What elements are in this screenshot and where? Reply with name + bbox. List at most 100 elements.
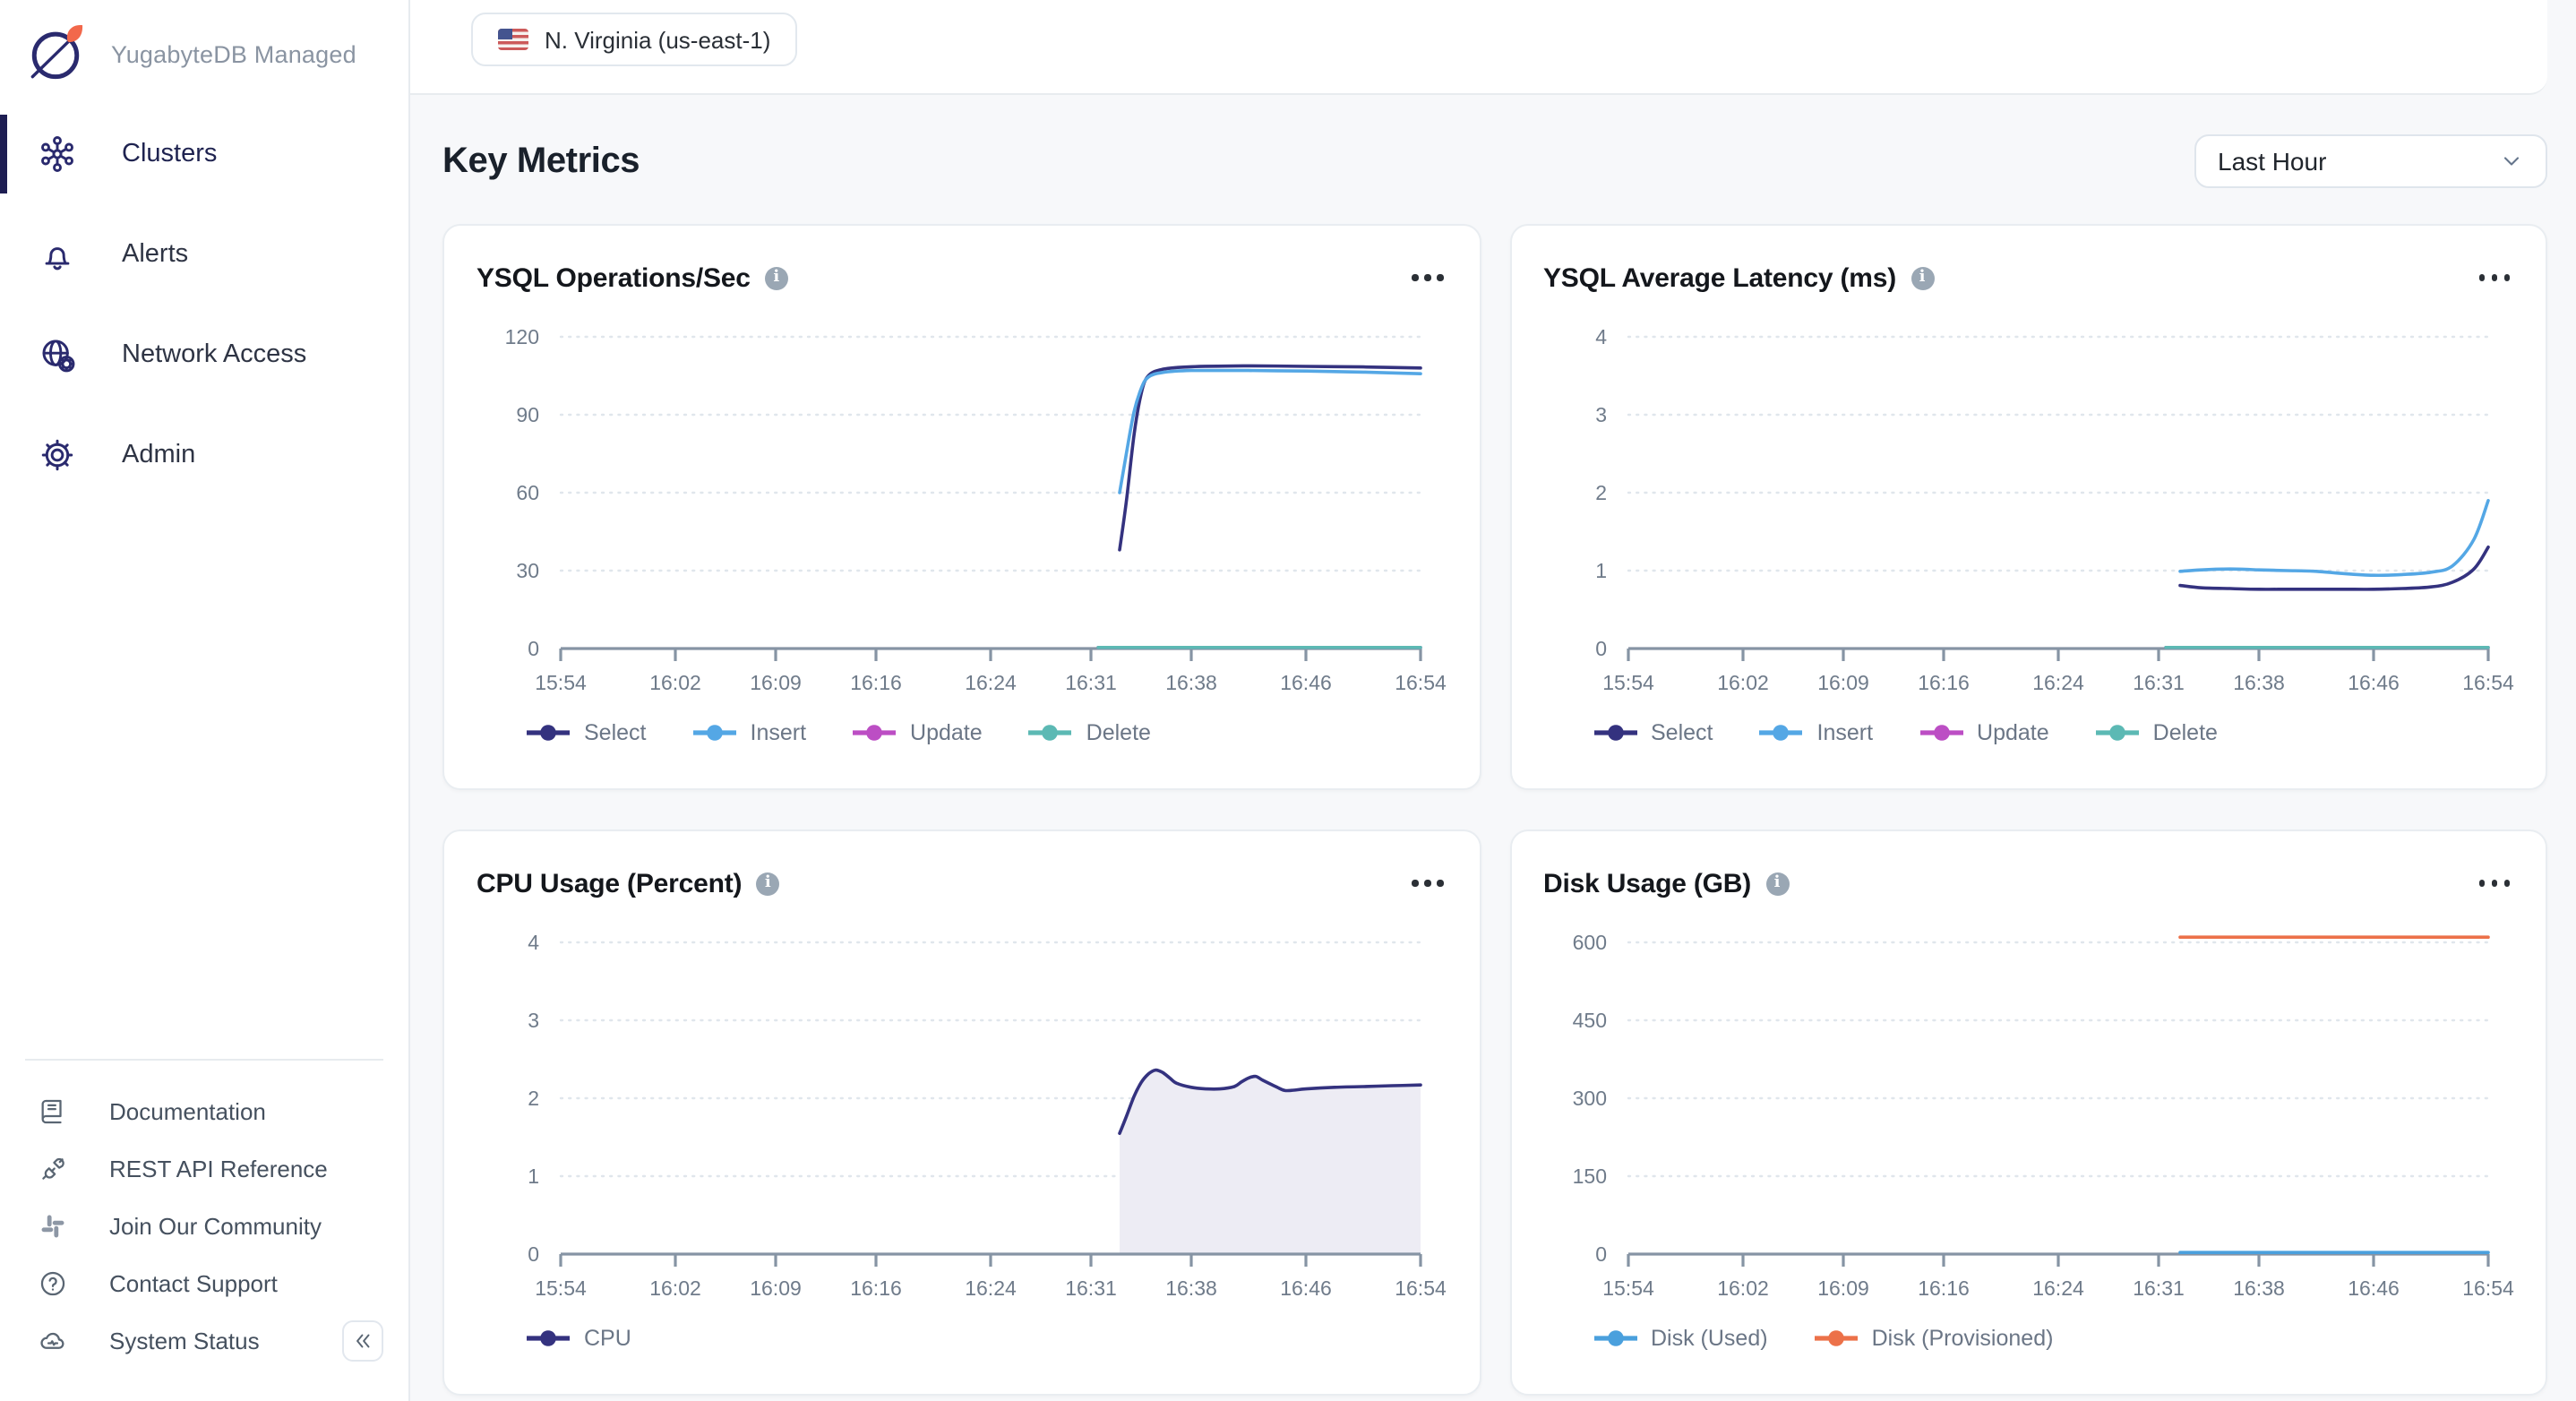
chart-legend-ysql-ops: Select Insert Update Delete (477, 720, 1447, 745)
svg-text:60: 60 (516, 481, 539, 504)
legend-item-cpu[interactable]: CPU (527, 1326, 631, 1351)
legend-swatch (1029, 724, 1072, 742)
clusters-icon (38, 134, 77, 174)
svg-text:16:24: 16:24 (2031, 1276, 2083, 1300)
svg-text:3: 3 (1594, 403, 1606, 426)
legend-item-disk-used[interactable]: Disk (Used) (1593, 1326, 1768, 1351)
svg-text:16:24: 16:24 (2031, 671, 2083, 694)
info-icon[interactable]: i (765, 266, 788, 289)
chart-options-ellipsis-button[interactable] (2475, 870, 2513, 898)
sidebar-collapse-button[interactable] (342, 1320, 383, 1362)
svg-text:120: 120 (505, 325, 539, 348)
footer-link-contact-support[interactable]: Contact Support (0, 1254, 408, 1311)
svg-text:16:02: 16:02 (649, 671, 701, 694)
region-selector[interactable]: N. Virginia (us-east-1) (471, 13, 797, 66)
svg-text:16:38: 16:38 (1165, 1276, 1217, 1300)
svg-text:15:54: 15:54 (535, 1276, 587, 1300)
svg-text:16:02: 16:02 (649, 1276, 701, 1300)
svg-text:16:24: 16:24 (965, 1276, 1017, 1300)
svg-text:16:09: 16:09 (750, 1276, 802, 1300)
legend-label: Insert (1817, 720, 1874, 745)
legend-item-insert[interactable]: Insert (693, 720, 807, 745)
sidebar-item-label: Clusters (122, 140, 217, 168)
svg-text:16:16: 16:16 (850, 1276, 902, 1300)
svg-text:16:46: 16:46 (1280, 1276, 1332, 1300)
svg-text:16:09: 16:09 (1816, 1276, 1868, 1300)
legend-item-select[interactable]: Select (527, 720, 647, 745)
svg-text:600: 600 (1572, 931, 1606, 954)
svg-text:450: 450 (1572, 1009, 1606, 1032)
rest-api-plug-icon (38, 1153, 68, 1183)
chart-title-ysql-ops: YSQL Operations/Sec (477, 262, 751, 293)
svg-text:16:16: 16:16 (1917, 671, 1969, 694)
footer-link-join-our-community[interactable]: Join Our Community (0, 1197, 408, 1254)
svg-text:1: 1 (528, 1165, 539, 1188)
chart-options-ellipsis-button[interactable] (2475, 264, 2513, 292)
svg-text:0: 0 (528, 1242, 539, 1266)
svg-text:1: 1 (1594, 559, 1606, 582)
svg-text:4: 4 (1594, 325, 1606, 348)
chart-card-cpu-usage: CPU Usage (Percent)i0123415:5416:0216:09… (442, 829, 1481, 1396)
svg-text:2: 2 (1594, 481, 1606, 504)
svg-text:16:46: 16:46 (1280, 671, 1332, 694)
sidebar-divider (25, 1059, 383, 1061)
svg-text:16:31: 16:31 (2132, 671, 2184, 694)
slack-community-icon (38, 1210, 68, 1241)
chart-card-ysql-latency: YSQL Average Latency (ms)i0123415:5416:0… (1509, 224, 2547, 790)
svg-text:16:31: 16:31 (1065, 671, 1117, 694)
footer-link-documentation[interactable]: Documentation (0, 1082, 408, 1139)
region-label: N. Virginia (us-east-1) (545, 26, 770, 53)
svg-text:16:46: 16:46 (2347, 1276, 2399, 1300)
svg-text:0: 0 (1594, 1242, 1606, 1266)
footer-link-rest-api-reference[interactable]: REST API Reference (0, 1139, 408, 1197)
svg-text:2: 2 (528, 1087, 539, 1110)
contact-support-help-icon (38, 1268, 68, 1298)
legend-item-update[interactable]: Update (1919, 720, 2049, 745)
legend-label: Update (910, 720, 983, 745)
svg-text:30: 30 (516, 559, 539, 582)
legend-item-insert[interactable]: Insert (1760, 720, 1874, 745)
svg-text:16:16: 16:16 (850, 671, 902, 694)
svg-text:16:09: 16:09 (750, 671, 802, 694)
info-icon[interactable]: i (1911, 266, 1934, 289)
svg-text:3: 3 (528, 1009, 539, 1032)
alerts-bell-icon (38, 235, 77, 274)
charts-grid: YSQL Operations/Seci030609012015:5416:02… (442, 224, 2547, 1396)
chart-plot-ysql-latency[interactable]: 0123415:5416:0216:0916:1616:2416:3116:38… (1543, 312, 2516, 702)
chart-plot-ysql-ops[interactable]: 030609012015:5416:0216:0916:1616:2416:31… (477, 312, 1449, 702)
info-icon[interactable]: i (756, 872, 779, 895)
chart-title-ysql-latency: YSQL Average Latency (ms) (1543, 262, 1896, 293)
svg-text:150: 150 (1572, 1165, 1606, 1188)
time-range-select[interactable]: Last Hour (2194, 134, 2547, 188)
chart-plot-disk-usage[interactable]: 015030045060015:5416:0216:0916:1616:2416… (1543, 917, 2516, 1308)
legend-item-update[interactable]: Update (853, 720, 983, 745)
legend-label: Update (1977, 720, 2049, 745)
sidebar-item-admin[interactable]: Admin (0, 416, 408, 494)
sidebar-item-label: Alerts (122, 240, 188, 269)
sidebar-item-network-access[interactable]: Network Access (0, 315, 408, 394)
svg-text:16:09: 16:09 (1816, 671, 1868, 694)
legend-item-disk-provisioned[interactable]: Disk (Provisioned) (1815, 1326, 2054, 1351)
sidebar-nav: Clusters Alerts (0, 115, 408, 494)
sidebar-item-clusters[interactable]: Clusters (0, 115, 408, 193)
chart-card-ysql-ops: YSQL Operations/Seci030609012015:5416:02… (442, 224, 1481, 790)
legend-label: Select (584, 720, 647, 745)
svg-text:16:31: 16:31 (2132, 1276, 2184, 1300)
main-content: N. Virginia (us-east-1) Key Metrics Last… (410, 0, 2576, 1401)
page-title: Key Metrics (442, 141, 640, 182)
legend-swatch (2096, 724, 2139, 742)
legend-item-delete[interactable]: Delete (2096, 720, 2218, 745)
chevron-down-icon (2499, 149, 2524, 174)
svg-text:16:38: 16:38 (2232, 671, 2284, 694)
svg-text:16:54: 16:54 (1395, 671, 1447, 694)
svg-text:16:24: 16:24 (965, 671, 1017, 694)
legend-item-select[interactable]: Select (1593, 720, 1713, 745)
chart-plot-cpu-usage[interactable]: 0123415:5416:0216:0916:1616:2416:3116:38… (477, 917, 1449, 1308)
chart-options-ellipsis-button[interactable] (1408, 870, 1447, 898)
sidebar-item-alerts[interactable]: Alerts (0, 215, 408, 294)
legend-swatch (1760, 724, 1803, 742)
chart-legend-ysql-latency: Select Insert Update Delete (1543, 720, 2513, 745)
chart-options-ellipsis-button[interactable] (1408, 264, 1447, 292)
legend-item-delete[interactable]: Delete (1029, 720, 1151, 745)
info-icon[interactable]: i (1765, 872, 1789, 895)
